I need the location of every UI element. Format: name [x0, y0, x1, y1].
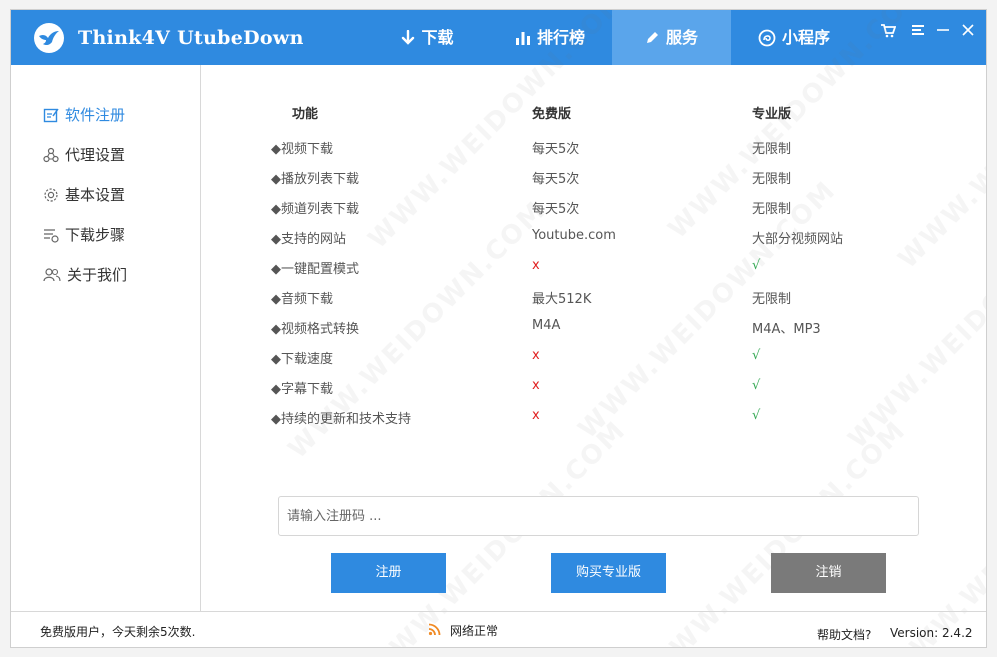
table-row: ◆视频下载 每天5次 无限制 [202, 138, 986, 168]
pencil-icon [645, 30, 660, 45]
app-title: Think4V UtubeDown [78, 27, 304, 49]
mini-program-icon [758, 29, 776, 47]
table-row: ◆频道列表下载 每天5次 无限制 [202, 198, 986, 228]
tab-ranking-label: 排行榜 [536, 28, 585, 47]
table-row: ◆播放列表下载 每天5次 无限制 [202, 168, 986, 198]
free-cell: 每天5次 [532, 172, 580, 187]
proxy-icon [43, 147, 59, 163]
pro-cell: 无限制 [752, 142, 792, 157]
tab-mini-program-label: 小程序 [781, 28, 830, 47]
minimize-icon[interactable] [933, 20, 953, 40]
feature-cell: ◆一键配置模式 [271, 262, 359, 277]
pro-cell: 大部分视频网站 [752, 232, 844, 247]
sidebar-item-about[interactable]: 关于我们 [43, 263, 127, 287]
cart-icon[interactable] [878, 20, 898, 40]
table-row: ◆音频下载 最大512K 无限制 [202, 288, 986, 318]
feature-cell: ◆下载速度 [271, 352, 333, 367]
app-window: Think4V UtubeDown 下载 排行榜 服务 小程序 软件注册 代理设… [10, 9, 987, 648]
network-status-text: 网络正常 [450, 624, 499, 638]
feature-cell: ◆视频格式转换 [271, 322, 359, 337]
tab-service[interactable]: 服务 [612, 10, 731, 65]
feature-cell: ◆播放列表下载 [271, 172, 359, 187]
tab-download-label: 下载 [421, 28, 454, 47]
steps-icon [43, 227, 59, 243]
sidebar-item-proxy[interactable]: 代理设置 [43, 143, 125, 167]
menu-icon[interactable] [908, 20, 928, 40]
free-cell: 最大512K [532, 292, 592, 307]
sidebar: 软件注册 代理设置 基本设置 下载步骤 关于我们 [11, 65, 201, 611]
pro-cell: 无限制 [752, 202, 792, 217]
network-status: 网络正常 [428, 622, 498, 639]
feature-cell: ◆音频下载 [271, 292, 333, 307]
sidebar-item-download-steps[interactable]: 下载步骤 [43, 223, 125, 247]
buy-pro-button[interactable]: 购买专业版 [551, 553, 666, 593]
arrow-down-icon [401, 29, 415, 46]
gear-icon [43, 187, 59, 203]
pro-cell: √ [752, 408, 761, 423]
close-icon[interactable] [958, 20, 978, 40]
sidebar-item-basic-settings[interactable]: 基本设置 [43, 183, 125, 207]
pro-cell: √ [752, 348, 761, 363]
sidebar-item-label: 下载步骤 [65, 226, 126, 244]
free-cell: x [532, 408, 540, 423]
table-row: ◆支持的网站 Youtube.com 大部分视频网站 [202, 228, 986, 258]
header-pro: 专业版 [752, 107, 792, 122]
unregister-button[interactable]: 注销 [771, 553, 886, 593]
users-icon [43, 267, 61, 283]
table-row: ◆视频格式转换 M4A M4A、MP3 [202, 318, 986, 348]
content-panel: WWW.WEIDOWN.COM WWW.WEIDOWN.COM WWW.WEIDOW… [202, 10, 986, 647]
free-cell: Youtube.com [532, 228, 616, 243]
version-text: Version: 2.4.2 [890, 626, 973, 640]
free-cell: M4A [532, 318, 561, 333]
feature-cell: ◆视频下载 [271, 142, 333, 157]
feature-cell: ◆字幕下载 [271, 382, 333, 397]
sidebar-item-label: 关于我们 [67, 266, 128, 284]
tab-ranking[interactable]: 排行榜 [505, 10, 595, 65]
header-free: 免费版 [532, 107, 572, 122]
feature-cell: ◆频道列表下载 [271, 202, 359, 217]
bird-logo-icon [33, 22, 65, 54]
feature-cell: ◆支持的网站 [271, 232, 346, 247]
pro-cell: M4A、MP3 [752, 322, 821, 337]
status-bar: 免费版用户，今天剩余5次数. 网络正常 帮助文档? Version: 2.4.2 [11, 611, 986, 647]
table-row: ◆一键配置模式 x √ [202, 258, 986, 288]
free-cell: 每天5次 [532, 202, 580, 217]
free-cell: 每天5次 [532, 142, 580, 157]
tab-download[interactable]: 下载 [392, 10, 463, 65]
help-docs-link[interactable]: 帮助文档? [817, 626, 871, 643]
header-feature: 功能 [292, 107, 319, 122]
wifi-signal-icon [428, 622, 442, 639]
pro-cell: √ [752, 258, 761, 273]
pro-cell: √ [752, 378, 761, 393]
free-cell: x [532, 258, 540, 273]
register-icon [43, 107, 59, 123]
free-cell: x [532, 378, 540, 393]
table-row: ◆下载速度 x √ [202, 348, 986, 378]
table-row: ◆持续的更新和技术支持 x √ [202, 408, 986, 438]
table-row: ◆字幕下载 x √ [202, 378, 986, 408]
register-button[interactable]: 注册 [331, 553, 446, 593]
tab-mini-program[interactable]: 小程序 [746, 10, 842, 65]
free-cell: x [532, 348, 540, 363]
bar-chart-icon [515, 30, 531, 46]
sidebar-item-label: 代理设置 [65, 146, 126, 164]
feature-cell: ◆持续的更新和技术支持 [271, 412, 411, 427]
sidebar-item-label: 基本设置 [65, 186, 126, 204]
sidebar-item-register[interactable]: 软件注册 [43, 103, 125, 127]
user-status-text: 免费版用户，今天剩余5次数. [40, 625, 196, 639]
title-bar: Think4V UtubeDown 下载 排行榜 服务 小程序 [11, 10, 986, 65]
sidebar-item-label: 软件注册 [65, 106, 126, 124]
pro-cell: 无限制 [752, 292, 792, 307]
pro-cell: 无限制 [752, 172, 792, 187]
registration-code-input[interactable] [278, 496, 919, 536]
tab-service-label: 服务 [665, 28, 698, 47]
